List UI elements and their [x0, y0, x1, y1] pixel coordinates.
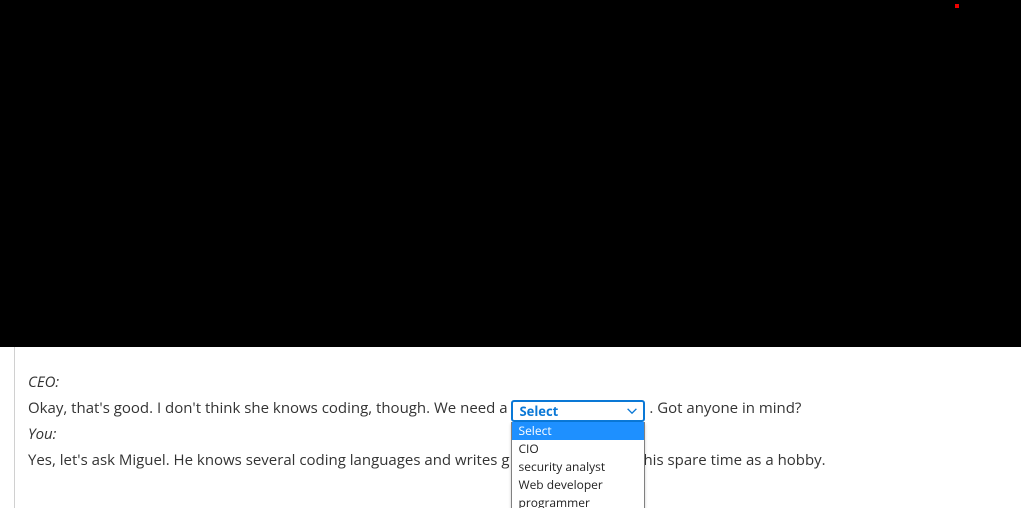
job-role-options-list: Select CIO security analyst Web develope… [511, 422, 645, 508]
ceo-text-after: . Got anyone in mind? [649, 398, 801, 418]
job-role-option-programmer[interactable]: programmer [512, 494, 644, 508]
ceo-line: Okay, that's good. I don't think she kno… [28, 397, 1008, 419]
ceo-text-before: Okay, that's good. I don't think she kno… [28, 398, 511, 418]
job-role-combobox[interactable]: Select [511, 400, 645, 422]
speaker-ceo-label: CEO: [28, 372, 59, 392]
job-role-option-select[interactable]: Select [512, 422, 644, 440]
video-or-banner-area [0, 0, 1021, 347]
job-role-option-web-developer[interactable]: Web developer [512, 476, 644, 494]
dialogue-panel: CEO: Okay, that's good. I don't think sh… [16, 347, 1020, 508]
left-divider [0, 347, 15, 508]
job-role-option-cio[interactable]: CIO [512, 440, 644, 458]
job-role-dropdown[interactable]: Select Select CIO security analyst Web d… [511, 400, 645, 422]
you-text-after: his spare time as a hobby. [643, 450, 825, 470]
you-text-before: Yes, let's ask Miguel. He knows several … [28, 450, 509, 470]
speaker-you-label: You: [28, 424, 56, 444]
job-role-option-security-analyst[interactable]: security analyst [512, 458, 644, 476]
chevron-down-icon [625, 404, 639, 418]
job-role-selected-value: Select [519, 402, 558, 420]
indicator-dot [955, 4, 959, 8]
